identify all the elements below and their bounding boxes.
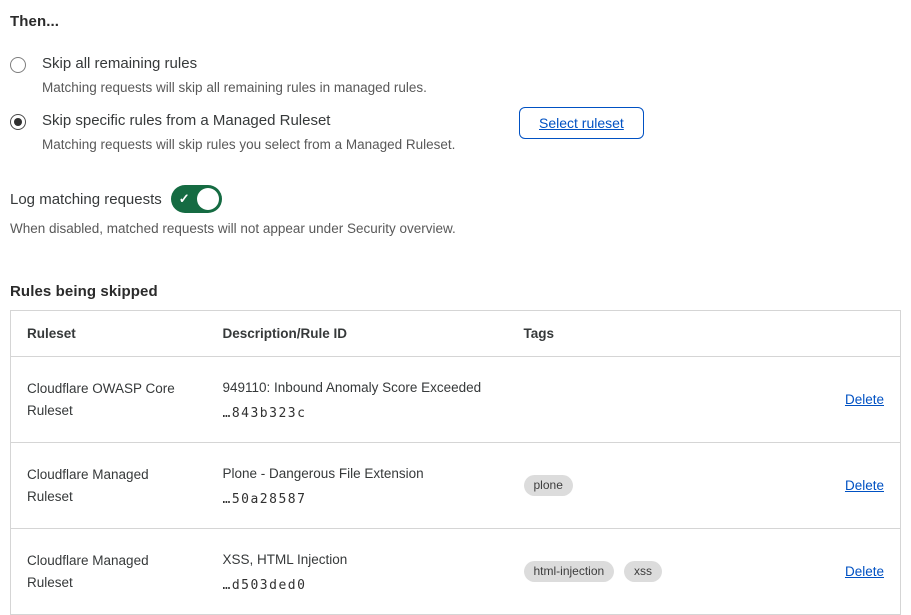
select-ruleset-button[interactable]: Select ruleset	[519, 107, 644, 139]
rule-action-cell: Delete	[720, 443, 901, 529]
rule-tags-cell: plone	[508, 443, 720, 529]
rule-id: …843b323c	[223, 406, 492, 421]
option-skip-specific-label[interactable]: Skip specific rules from a Managed Rules…	[42, 111, 455, 131]
rule-action-cell: Delete	[720, 529, 901, 615]
check-icon: ✓	[179, 192, 190, 205]
rule-description: XSS, HTML Injection	[223, 551, 492, 568]
rules-being-skipped-heading: Rules being skipped	[10, 283, 901, 300]
table-row: Cloudflare Managed Ruleset XSS, HTML Inj…	[11, 529, 901, 615]
table-row: Cloudflare Managed Ruleset Plone - Dange…	[11, 443, 901, 529]
rule-action-cell: Delete	[720, 357, 901, 443]
option-text: Skip all remaining rules Matching reques…	[42, 54, 427, 96]
rule-description-cell: 949110: Inbound Anomaly Score Exceeded ……	[207, 357, 508, 443]
rules-being-skipped-table: Ruleset Description/Rule ID Tags Cloudfl…	[10, 310, 901, 615]
option-skip-all-description: Matching requests will skip all remainin…	[42, 79, 427, 96]
delete-link[interactable]: Delete	[845, 392, 884, 407]
tag-badge: html-injection	[524, 561, 615, 582]
log-matching-requests-label: Log matching requests	[10, 191, 162, 208]
log-toggle[interactable]: ✓	[171, 185, 222, 213]
delete-link[interactable]: Delete	[845, 478, 884, 493]
ruleset-name: Cloudflare Managed Ruleset	[11, 443, 207, 529]
delete-link[interactable]: Delete	[845, 564, 884, 579]
column-header-description-rule-id: Description/Rule ID	[207, 311, 508, 357]
rule-description: Plone - Dangerous File Extension	[223, 465, 492, 482]
table-header-row: Ruleset Description/Rule ID Tags	[11, 311, 901, 357]
rule-description: 949110: Inbound Anomaly Score Exceeded	[223, 379, 492, 396]
option-text: Skip specific rules from a Managed Rules…	[42, 111, 455, 153]
tag-badge: plone	[524, 475, 573, 496]
rule-description-cell: Plone - Dangerous File Extension …50a285…	[207, 443, 508, 529]
rule-tags-cell: html-injection xss	[508, 529, 720, 615]
option-skip-all-label[interactable]: Skip all remaining rules	[42, 54, 427, 74]
rule-description-cell: XSS, HTML Injection …d503ded0	[207, 529, 508, 615]
toggle-knob	[197, 188, 219, 210]
then-heading: Then...	[10, 13, 901, 30]
column-header-ruleset: Ruleset	[11, 311, 207, 357]
rule-tags-cell	[508, 357, 720, 443]
table-row: Cloudflare OWASP Core Ruleset 949110: In…	[11, 357, 901, 443]
option-skip-specific-rules: Skip specific rules from a Managed Rules…	[10, 111, 901, 153]
waf-exception-panel: Then... Skip all remaining rules Matchin…	[0, 0, 911, 615]
radio-skip-all-rules[interactable]	[10, 57, 26, 73]
radio-skip-specific-rules[interactable]	[10, 114, 26, 130]
column-header-actions	[720, 311, 901, 357]
tag-badge: xss	[624, 561, 662, 582]
log-toggle-description: When disabled, matched requests will not…	[10, 221, 901, 236]
log-matching-requests-row: Log matching requests ✓	[10, 185, 901, 213]
rule-id: …50a28587	[223, 492, 492, 507]
option-skip-specific-description: Matching requests will skip rules you se…	[42, 136, 455, 153]
ruleset-name: Cloudflare OWASP Core Ruleset	[11, 357, 207, 443]
option-skip-all-rules: Skip all remaining rules Matching reques…	[10, 54, 901, 96]
ruleset-name: Cloudflare Managed Ruleset	[11, 529, 207, 615]
rule-id: …d503ded0	[223, 578, 492, 593]
column-header-tags: Tags	[508, 311, 720, 357]
action-options: Skip all remaining rules Matching reques…	[10, 54, 901, 153]
